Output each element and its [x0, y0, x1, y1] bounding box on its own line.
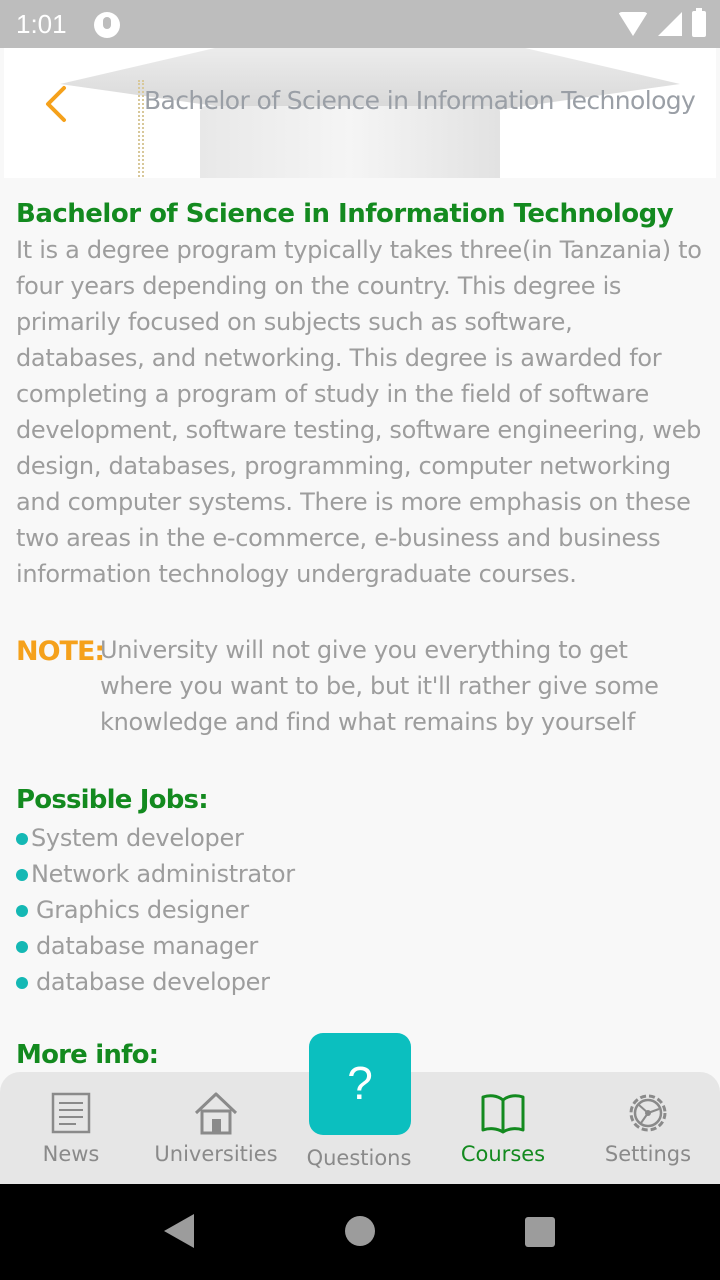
bullet-icon	[16, 833, 28, 845]
list-item: database developer	[16, 964, 706, 1000]
possible-jobs-section: Possible Jobs: System developer Network …	[16, 780, 706, 1000]
back-button[interactable]	[36, 82, 80, 126]
job-list: System developer Network administrator G…	[16, 820, 706, 1000]
system-recents-icon[interactable]	[525, 1217, 555, 1247]
nav-item-courses[interactable]: Courses	[433, 1090, 573, 1166]
question-mark-icon: ?	[347, 1057, 373, 1109]
nav-label-settings: Settings	[604, 1142, 692, 1166]
system-back-icon[interactable]	[164, 1214, 194, 1248]
nav-item-news[interactable]: News	[1, 1090, 141, 1166]
system-home-icon[interactable]	[345, 1216, 375, 1246]
nav-label-courses: Courses	[460, 1142, 546, 1166]
jobs-heading: Possible Jobs:	[16, 785, 209, 815]
nav-label-universities: Universities	[154, 1142, 278, 1166]
list-item: System developer	[16, 820, 706, 856]
list-item: Network administrator	[16, 856, 706, 892]
questions-button[interactable]: ?	[309, 1033, 411, 1135]
job-label: database developer	[36, 968, 270, 996]
header-title: Bachelor of Science in Information Techn…	[144, 86, 696, 115]
system-nav-bar	[0, 1184, 720, 1280]
list-item: database manager	[16, 928, 706, 964]
nav-label-news: News	[42, 1142, 100, 1166]
job-label: Network administrator	[31, 860, 295, 888]
bullet-icon	[16, 869, 28, 881]
more-info-heading: More info:	[16, 1040, 159, 1070]
status-icons	[618, 8, 706, 38]
course-header: Bachelor of Science in Information Techn…	[4, 48, 716, 178]
job-label: System developer	[31, 824, 244, 852]
bullet-icon	[16, 905, 28, 917]
nav-label-questions[interactable]: Questions	[289, 1146, 429, 1170]
app-notification-icon	[94, 12, 120, 38]
nav-item-universities[interactable]: Universities	[146, 1090, 286, 1166]
nav-item-settings[interactable]: Settings	[578, 1090, 718, 1166]
house-icon	[194, 1092, 238, 1135]
job-label: Graphics designer	[36, 896, 249, 924]
list-item: Graphics designer	[16, 892, 706, 928]
note-text: University will not give you everything …	[100, 636, 659, 736]
course-description: It is a degree program typically takes t…	[16, 236, 702, 588]
status-time: 1:01	[16, 9, 67, 39]
newspaper-icon	[51, 1092, 91, 1134]
gear-icon	[629, 1094, 667, 1132]
status-bar: 1:01	[0, 0, 720, 48]
open-book-icon	[481, 1094, 525, 1134]
graduation-cap-base	[200, 106, 500, 178]
bullet-icon	[16, 977, 28, 989]
battery-icon	[692, 8, 706, 37]
course-content: Bachelor of Science in Information Techn…	[16, 196, 706, 592]
job-label: database manager	[36, 932, 258, 960]
note-label: NOTE:	[16, 636, 105, 667]
chevron-left-icon	[46, 86, 66, 122]
wifi-icon	[618, 12, 648, 36]
course-title: Bachelor of Science in Information Techn…	[16, 199, 674, 229]
bullet-icon	[16, 941, 28, 953]
cell-signal-icon	[658, 12, 682, 36]
